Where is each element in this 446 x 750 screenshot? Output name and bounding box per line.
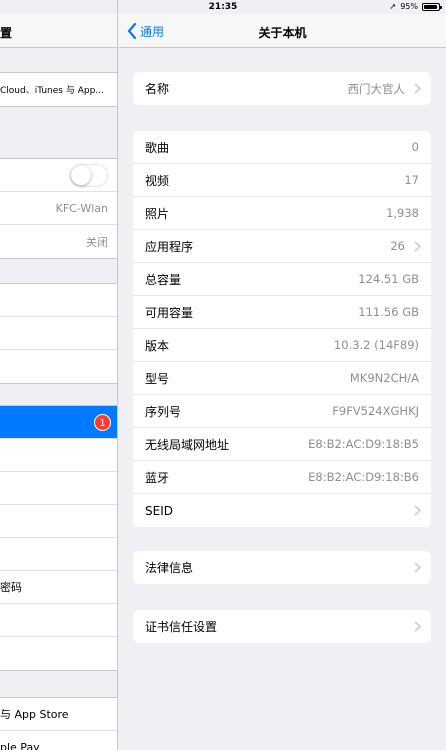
master-row-siri[interactable]: [0, 538, 117, 571]
chevron-right-icon: [414, 562, 421, 573]
info-row: 型号 MK9N2CH/A: [133, 362, 431, 395]
info-row-label: 蓝牙: [145, 470, 170, 485]
info-row-value: MK9N2CH/A: [349, 371, 419, 385]
info-row: 歌曲 0: [133, 131, 431, 164]
info-row-value: 124.51 GB: [358, 272, 419, 286]
airplane-mode-toggle[interactable]: [70, 164, 108, 187]
master-row-control-center[interactable]: [0, 317, 117, 350]
master-row-passcode[interactable]: 密码: [0, 571, 117, 604]
update-badge: 1: [94, 414, 111, 431]
info-row-value: 0: [411, 140, 419, 154]
info-row-label: 版本: [145, 338, 170, 353]
info-row-label: 型号: [145, 371, 170, 386]
master-group-network: KFC-Wlan 关闭: [0, 158, 117, 259]
master-group-store: 与 App Store ple Pay: [0, 697, 117, 750]
master-row-app-store[interactable]: 与 App Store: [0, 698, 117, 731]
master-row-do-not-disturb[interactable]: [0, 350, 117, 383]
master-row-battery[interactable]: [0, 604, 117, 637]
info-row: 照片 1,938: [133, 197, 431, 230]
info-row: 版本 10.3.2 (14F89): [133, 329, 431, 362]
master-row-label: 与 App Store: [0, 708, 69, 721]
location-arrow-icon: ➚: [389, 2, 397, 11]
master-row-privacy[interactable]: [0, 637, 117, 670]
detail-nav-bar: 通用 关于本机: [119, 14, 446, 48]
info-row: 序列号 F9FV524XGHKJ: [133, 395, 431, 428]
info-row: 蓝牙 E8:B2:AC:D9:18:B6: [133, 461, 431, 494]
wlan-value: KFC-Wlan: [55, 201, 108, 215]
master-row-airplane[interactable]: [0, 159, 117, 192]
info-row[interactable]: SEID: [133, 494, 431, 527]
legal-info-label: 法律信息: [145, 561, 194, 575]
master-row-label: ple Pay: [0, 741, 40, 750]
name-label: 名称: [145, 82, 170, 96]
name-row[interactable]: 名称 西门大官人: [133, 72, 431, 105]
info-row-value: E8:B2:AC:D9:18:B6: [308, 470, 419, 484]
master-row-label: Cloud、iTunes 与 App...: [0, 86, 104, 96]
info-row-label: 照片: [145, 206, 170, 221]
info-row-label: 歌曲: [145, 140, 170, 155]
master-nav-bar: 置: [0, 14, 117, 48]
info-row-label: 可用容量: [145, 305, 194, 320]
battery-icon: [422, 2, 442, 11]
info-row-value: 1,938: [386, 206, 419, 220]
legal-info-row[interactable]: 法律信息: [133, 551, 431, 584]
master-group-general: 1 密码: [0, 405, 117, 671]
info-row-value: 10.3.2 (14F89): [333, 338, 419, 352]
battery-percentage: 95%: [400, 2, 418, 11]
status-right: ➚ 95%: [389, 2, 442, 11]
info-row-value: F9FV524XGHKJ: [332, 404, 419, 418]
name-card: 名称 西门大官人: [133, 72, 431, 105]
bluetooth-value: 关闭: [86, 235, 108, 249]
info-row: 视频 17: [133, 164, 431, 197]
master-row-general[interactable]: 1: [0, 406, 117, 439]
info-row-label: 应用程序: [145, 239, 194, 254]
info-row: 无线局域网地址 E8:B2:AC:D9:18:B5: [133, 428, 431, 461]
battery-fill: [424, 4, 438, 9]
master-row-icloud[interactable]: Cloud、iTunes 与 App...: [0, 73, 117, 106]
legal-card: 法律信息: [133, 551, 431, 584]
info-row-label: 视频: [145, 173, 170, 188]
master-row-apple-pay[interactable]: ple Pay: [0, 731, 117, 750]
master-row-wallpaper[interactable]: [0, 472, 117, 505]
master-row-notifications[interactable]: [0, 284, 117, 317]
master-row-sounds[interactable]: [0, 505, 117, 538]
info-row-value: E8:B2:AC:D9:18:B5: [308, 437, 419, 451]
toggle-knob: [71, 165, 91, 185]
about-detail-pane: 通用 关于本机 名称 西门大官人 歌曲 0 视频 17 照片 1,938 应用程序 26 总容量…: [119, 0, 446, 750]
chevron-right-icon: [414, 505, 421, 516]
master-group-notifications: [0, 283, 117, 384]
info-row[interactable]: 应用程序 26: [133, 230, 431, 263]
info-row-value: 17: [404, 173, 419, 187]
info-card: 歌曲 0 视频 17 照片 1,938 应用程序 26 总容量 124.51 GB 可用容量 111.…: [133, 131, 431, 527]
master-title: 置: [0, 26, 13, 40]
certificate-card: 证书信任设置: [133, 610, 431, 643]
info-row-label: 序列号: [145, 404, 182, 419]
status-bar: 21:35 ➚ 95%: [0, 0, 446, 14]
certificate-trust-label: 证书信任设置: [145, 620, 218, 634]
info-row-label: 总容量: [145, 272, 182, 287]
info-row-label: SEID: [145, 503, 173, 518]
master-row-wlan[interactable]: KFC-Wlan: [0, 192, 117, 225]
settings-master-pane: 置 Cloud、iTunes 与 App... KFC-Wlan 关闭 1 密码…: [0, 0, 118, 750]
certificate-trust-row[interactable]: 证书信任设置: [133, 610, 431, 643]
chevron-right-icon: [414, 621, 421, 632]
master-row-label: 密码: [0, 581, 22, 594]
page-title: 关于本机: [258, 26, 307, 40]
info-row-value: 111.56 GB: [358, 305, 419, 319]
status-time: 21:35: [208, 2, 238, 12]
name-value: 西门大官人: [347, 81, 406, 96]
master-row-display[interactable]: [0, 439, 117, 472]
master-row-bluetooth[interactable]: 关闭: [0, 225, 117, 258]
master-group-account: Cloud、iTunes 与 App...: [0, 72, 117, 107]
info-row: 可用容量 111.56 GB: [133, 296, 431, 329]
info-row-value: 26: [390, 239, 405, 253]
chevron-right-icon: [414, 241, 421, 252]
info-row-label: 无线局域网地址: [145, 437, 230, 452]
info-row: 总容量 124.51 GB: [133, 263, 431, 296]
chevron-right-icon: [414, 83, 421, 94]
